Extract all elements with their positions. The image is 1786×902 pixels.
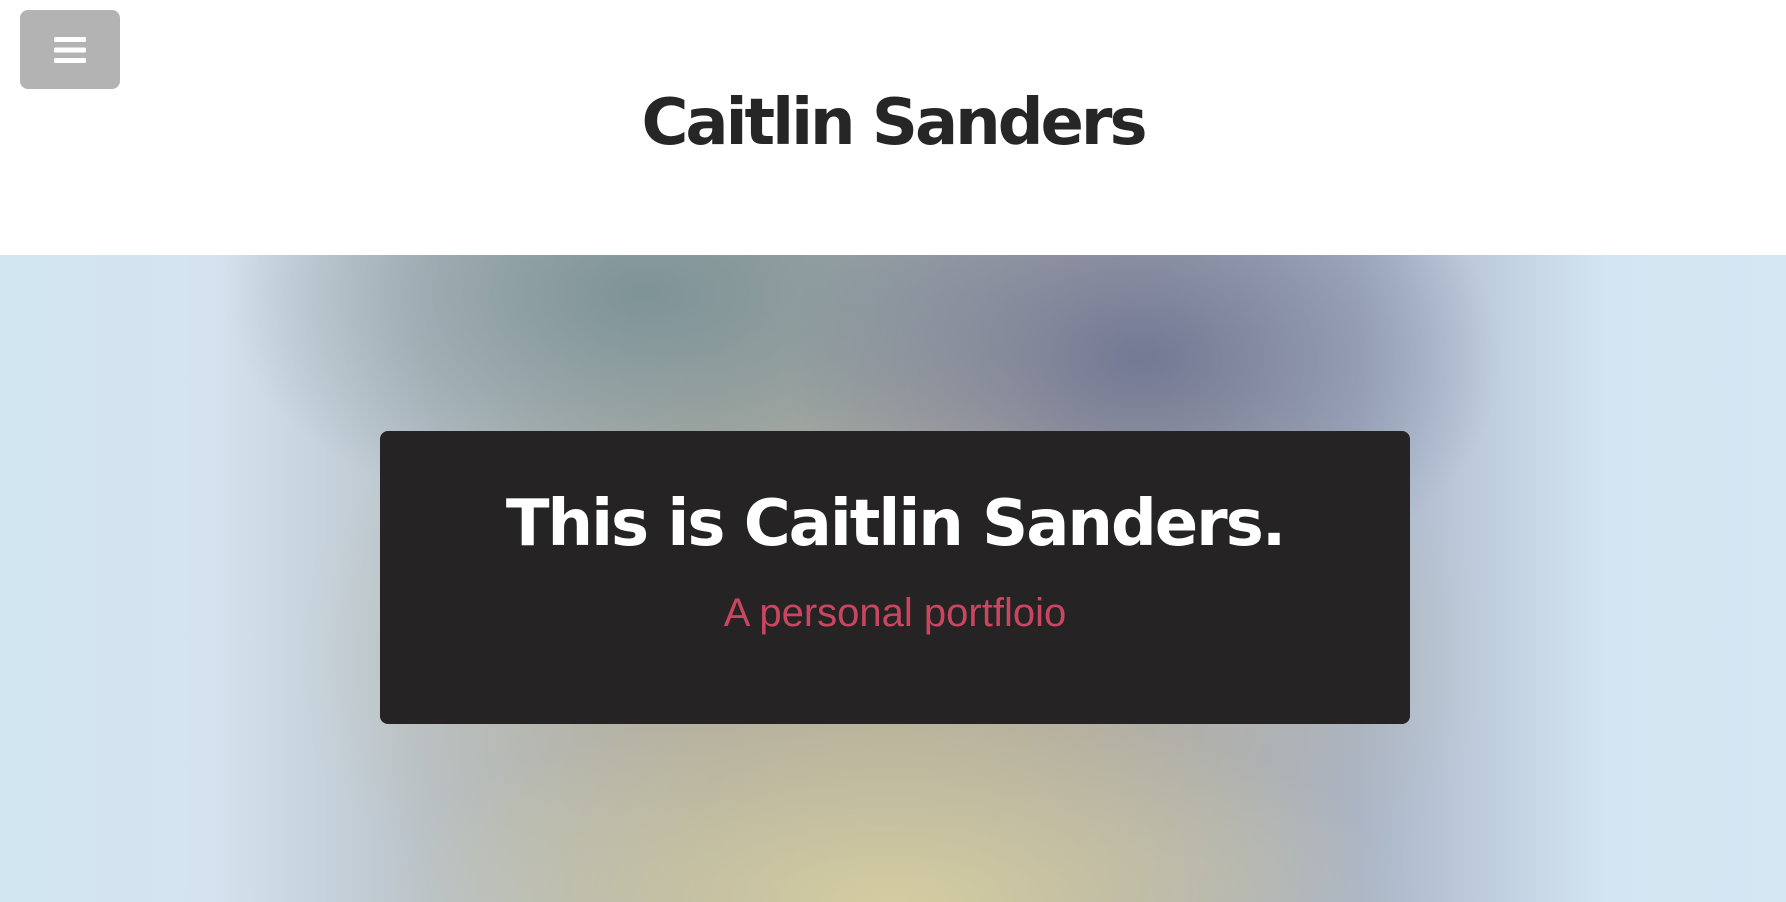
hamburger-menu-icon [54,36,86,64]
hero-heading: This is Caitlin Sanders. [505,487,1286,561]
hero-subtitle: A personal portfloio [723,591,1067,636]
hero-banner: This is Caitlin Sanders. A personal port… [0,255,1786,902]
page: Caitlin Sanders This is Caitlin Sanders.… [0,0,1786,902]
site-title[interactable]: Caitlin Sanders [641,88,1147,255]
menu-toggle-button[interactable] [20,10,120,89]
site-header: Caitlin Sanders [0,0,1786,255]
hero-card: This is Caitlin Sanders. A personal port… [380,431,1410,724]
